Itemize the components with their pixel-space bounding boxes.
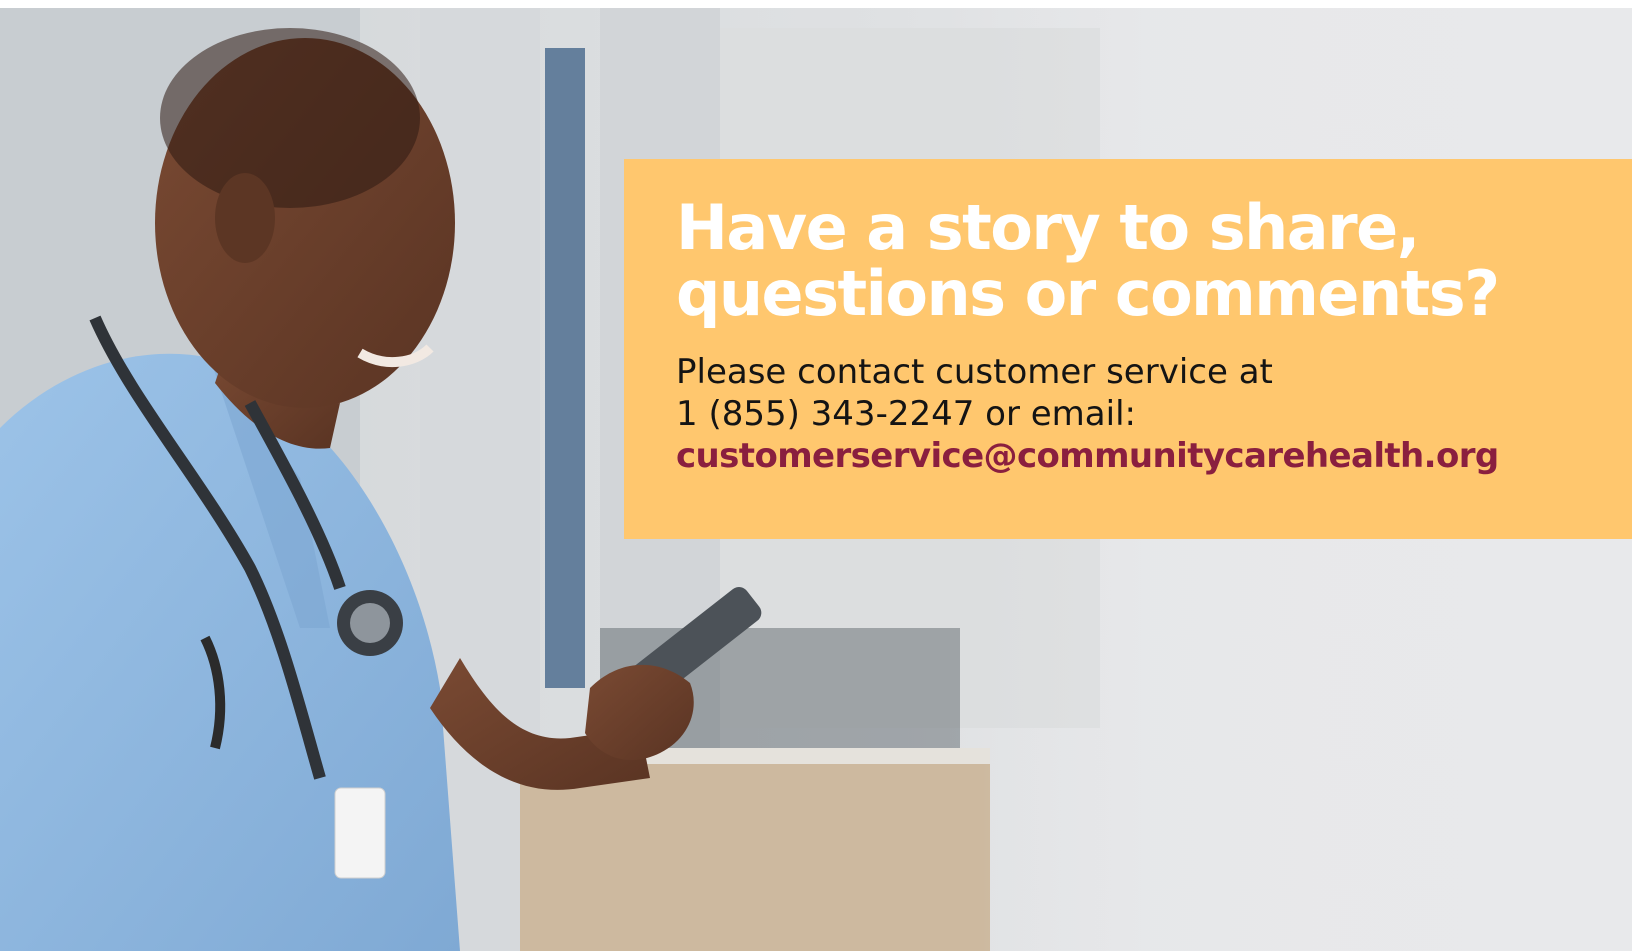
- headline-line-2: questions or comments?: [676, 257, 1500, 330]
- id-badge: [334, 787, 386, 879]
- contact-line-2: 1 (855) 343-2247 or email:: [676, 394, 1136, 434]
- headline-line-1: Have a story to share,: [676, 191, 1420, 264]
- email-link[interactable]: customerservice@communitycarehealth.org: [676, 436, 1499, 476]
- door-window: [545, 48, 585, 688]
- contact-promo-card: Have a story to share, questions or comm…: [624, 159, 1632, 539]
- hero-banner: Have a story to share, questions or comm…: [0, 8, 1632, 951]
- contact-line-1: Please contact customer service at: [676, 352, 1273, 392]
- promo-headline: Have a story to share, questions or comm…: [676, 195, 1606, 327]
- scrubs: [0, 353, 460, 951]
- contact-details: Please contact customer service at 1 (85…: [676, 351, 1606, 477]
